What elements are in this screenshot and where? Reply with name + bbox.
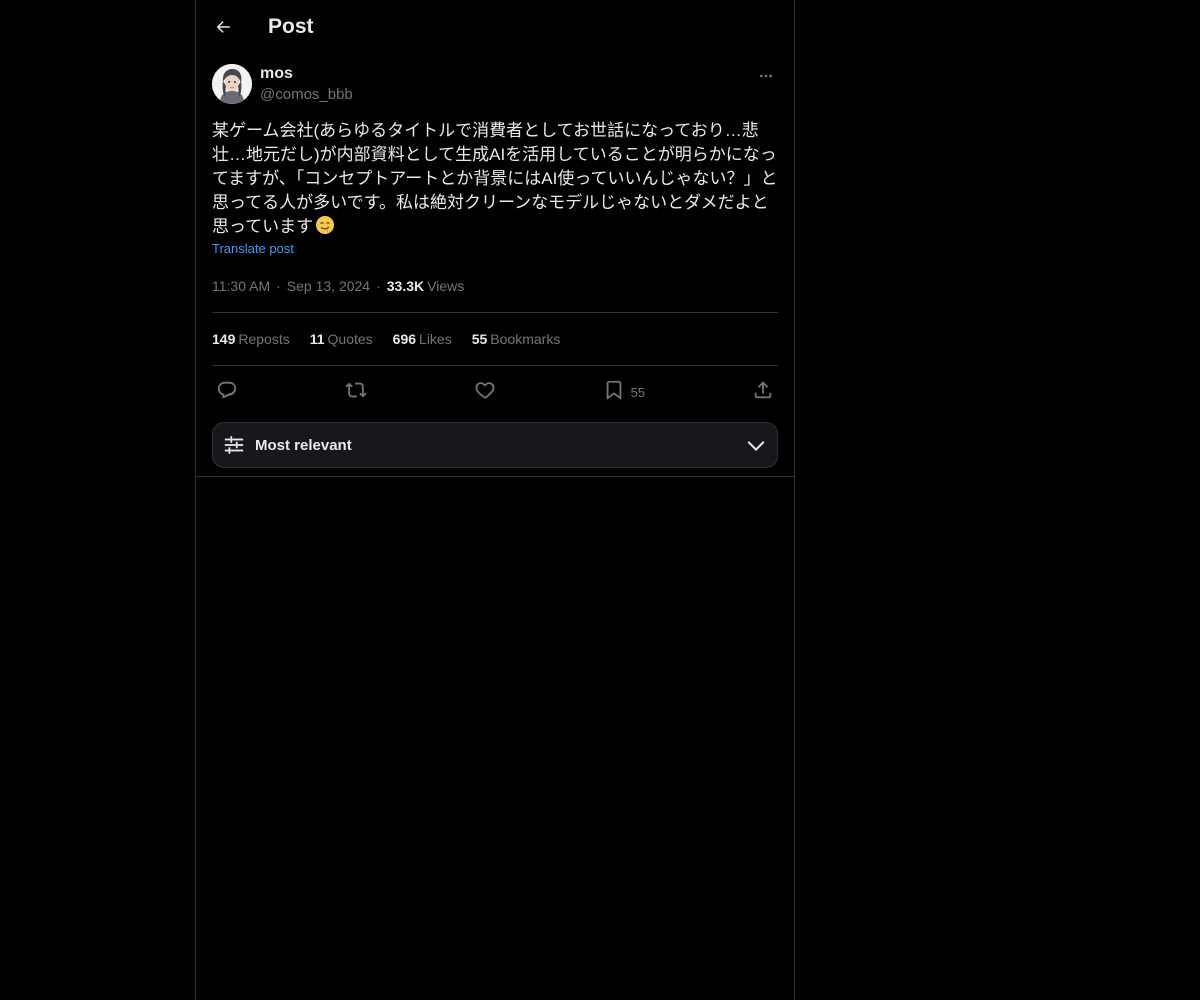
- heart-icon: [475, 382, 495, 399]
- post-stats: 149 Reposts 11 Quotes 696 Likes 55 Bookmarks: [212, 313, 778, 365]
- meta-separator: ·: [276, 278, 281, 294]
- bookmarks-label: Bookmarks: [490, 331, 561, 347]
- chevron-down-icon: [747, 441, 765, 452]
- author-names: mos @comos_bbb: [260, 64, 353, 105]
- views-label: Views: [427, 278, 465, 294]
- display-name[interactable]: mos: [260, 64, 353, 84]
- post-date[interactable]: Sep 13, 2024: [287, 278, 370, 294]
- reposts-count: 149: [212, 331, 236, 347]
- bookmarks-count: 55: [471, 331, 488, 347]
- post-time[interactable]: 11:30 AM: [212, 278, 270, 294]
- sort-dropdown[interactable]: Most relevant: [212, 422, 778, 468]
- action-bar: 55: [212, 366, 778, 414]
- header: Post: [196, 0, 794, 54]
- views-count: 33.3K: [386, 278, 425, 294]
- user-handle[interactable]: @comos_bbb: [260, 85, 353, 105]
- reposts-stat[interactable]: 149 Reposts: [212, 331, 290, 347]
- likes-stat[interactable]: 696 Likes: [393, 331, 452, 347]
- divider: [196, 476, 794, 477]
- reposts-label: Reposts: [238, 331, 290, 347]
- main-column: Post mos @comos_bbb 某ゲーム会社(あらゆるタイトルで消費者と…: [195, 0, 795, 1000]
- repost-icon: [345, 382, 367, 398]
- like-button[interactable]: [474, 379, 496, 401]
- meta-separator: ·: [376, 278, 381, 294]
- quotes-label: Quotes: [327, 331, 373, 347]
- avatar-illustration-icon: [212, 64, 252, 104]
- more-horizontal-icon: [760, 74, 772, 78]
- page-title: Post: [268, 15, 314, 38]
- reply-icon: [217, 381, 237, 399]
- likes-label: Likes: [419, 331, 452, 347]
- likes-count: 696: [392, 331, 417, 347]
- drooling-face-emoji-icon: [315, 215, 335, 235]
- reply-button[interactable]: [216, 379, 238, 401]
- sliders-icon: [224, 436, 244, 454]
- post-text: 某ゲーム会社(あらゆるタイトルで消費者としてお世話になっており…悲壮…地元だし)…: [212, 119, 778, 239]
- quotes-count: 11: [309, 331, 325, 347]
- share-button[interactable]: [752, 379, 774, 401]
- bookmark-count: 55: [630, 384, 646, 400]
- post-meta: 11:30 AM · Sep 13, 2024 · 33.3K Views: [212, 276, 778, 296]
- avatar[interactable]: [212, 64, 252, 104]
- arrow-left-icon: [216, 21, 230, 33]
- sort-label: Most relevant: [255, 436, 352, 454]
- bookmark-icon: [606, 380, 621, 400]
- bookmarks-stat[interactable]: 55 Bookmarks: [472, 331, 561, 347]
- more-button[interactable]: [754, 66, 778, 86]
- post: mos @comos_bbb 某ゲーム会社(あらゆるタイトルで消費者としてお世話…: [196, 64, 794, 468]
- share-icon: [754, 381, 772, 399]
- post-body: 某ゲーム会社(あらゆるタイトルで消費者としてお世話になっており…悲壮…地元だし)…: [212, 121, 778, 236]
- repost-button[interactable]: [345, 379, 367, 401]
- translate-post-link[interactable]: Translate post: [212, 241, 294, 256]
- back-button[interactable]: [212, 16, 234, 38]
- author-row: mos @comos_bbb: [212, 64, 778, 105]
- bookmark-button[interactable]: 55: [603, 379, 645, 401]
- quotes-stat[interactable]: 11 Quotes: [310, 331, 373, 347]
